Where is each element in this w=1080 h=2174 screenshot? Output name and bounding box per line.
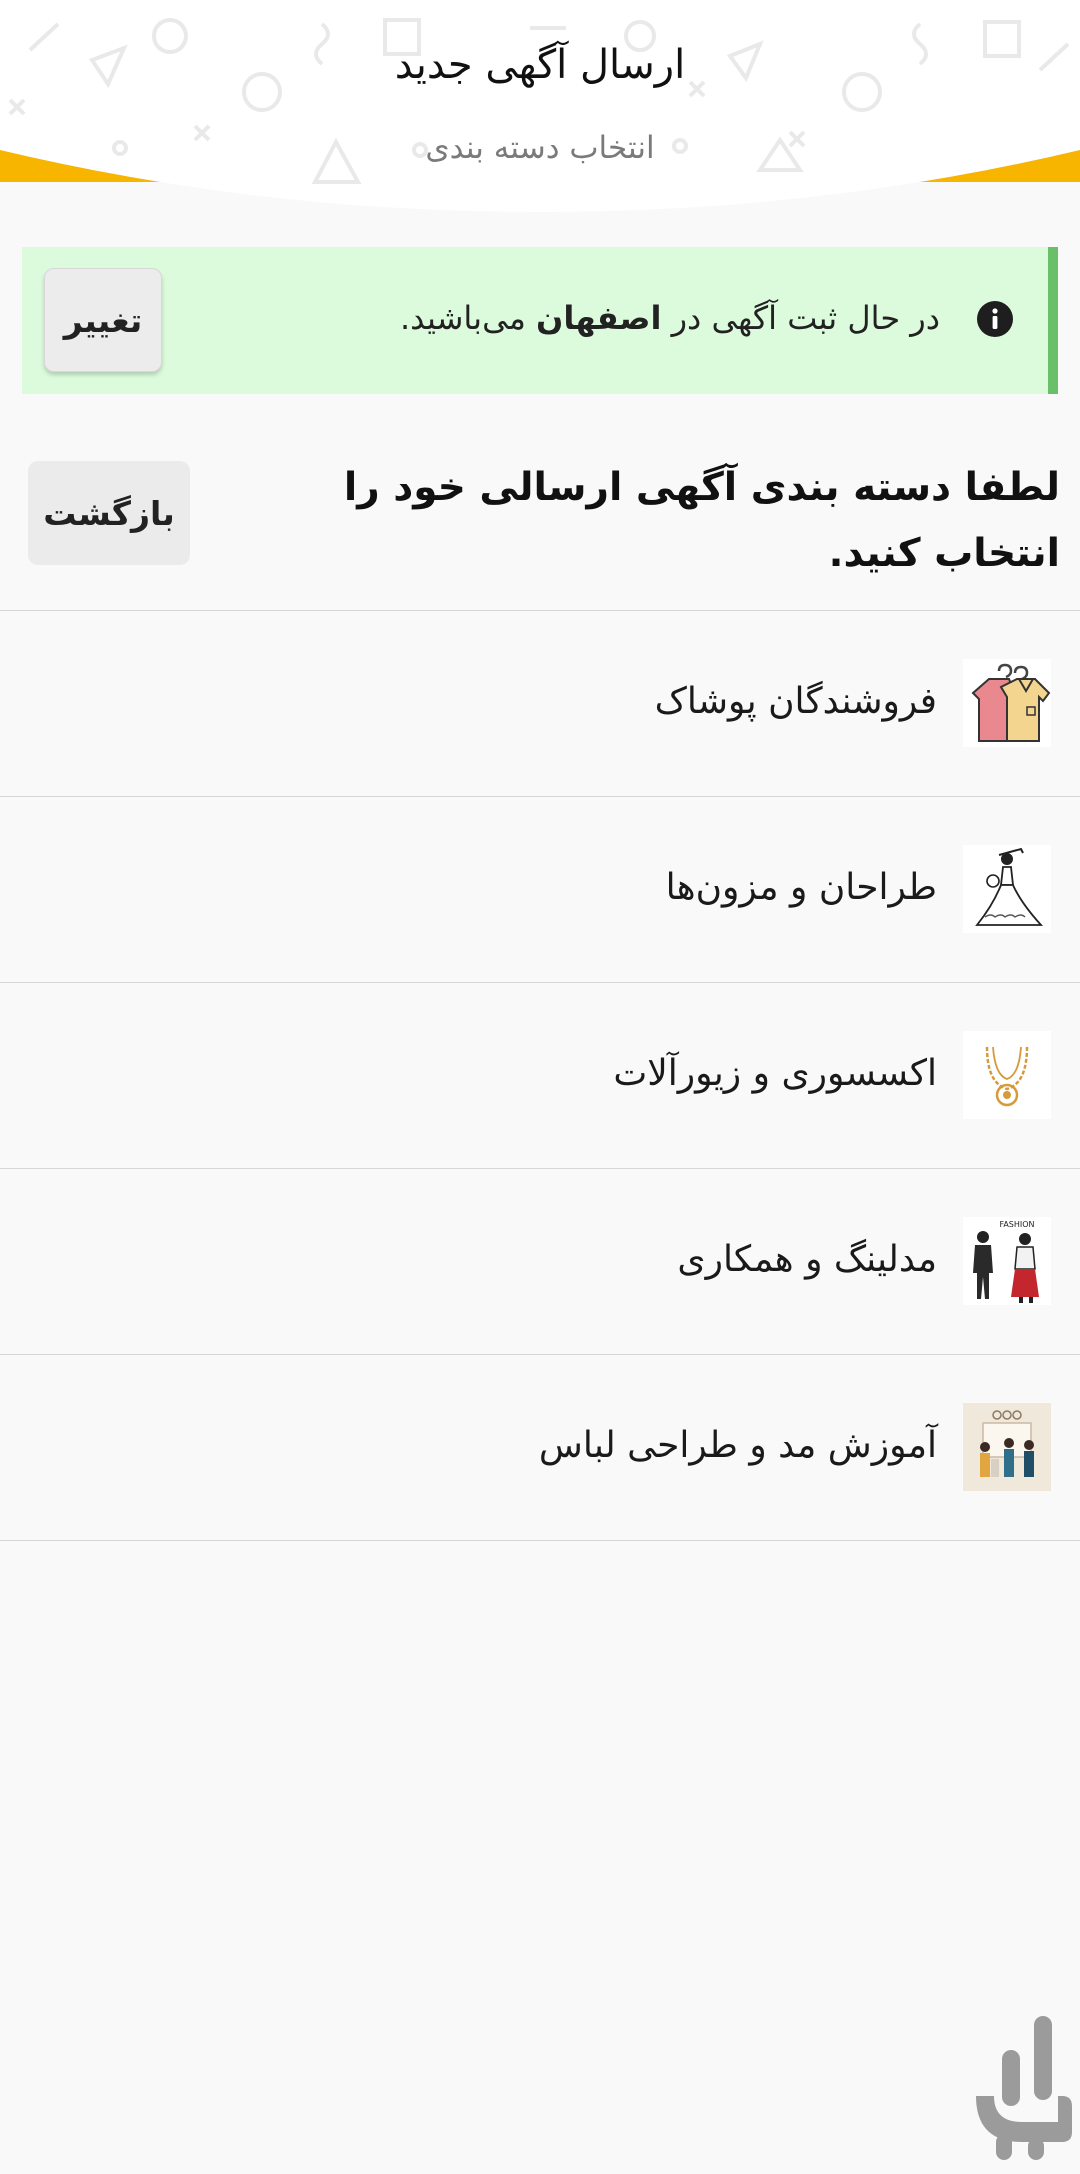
category-label: آموزش مد و طراحی لباس [538, 1425, 937, 1466]
location-message-suffix: می‌باشید. [399, 299, 526, 337]
location-message-prefix: در حال ثبت آگهی در [671, 299, 940, 337]
location-banner: در حال ثبت آگهی در اصفهان می‌باشید. تغیی… [22, 247, 1058, 394]
header-background [0, 0, 1080, 212]
category-item-clothing-sellers[interactable]: فروشندگان پوشاک [0, 611, 1080, 797]
category-item-accessories[interactable]: اکسسوری و زیورآلات [0, 983, 1080, 1169]
clothing-icon [963, 659, 1051, 747]
category-label: فروشندگان پوشاک [654, 681, 937, 722]
fashion-models-icon: FASHION [963, 1217, 1051, 1305]
change-location-button[interactable]: تغییر [44, 268, 162, 372]
fashion-class-icon [963, 1403, 1051, 1491]
category-item-modeling[interactable]: FASHION مدلینگ و همکاری [0, 1169, 1080, 1355]
category-instruction: لطفا دسته بندی آگهی ارسالی خود را انتخاب… [343, 465, 1060, 576]
thumb-text: FASHION [999, 1220, 1034, 1229]
category-label: مدلینگ و همکاری [677, 1239, 937, 1280]
page-title: ارسال آگهی جدید [394, 42, 686, 88]
category-list: فروشندگان پوشاک طراحان و مزون‌ها اکسسوری [0, 610, 1080, 1541]
app-store-logo-icon [976, 2016, 1072, 2160]
wedding-dress-icon [963, 845, 1051, 933]
back-button[interactable]: بازگشت [28, 461, 190, 565]
category-item-fashion-education[interactable]: آموزش مد و طراحی لباس [0, 1355, 1080, 1541]
category-item-designers[interactable]: طراحان و مزون‌ها [0, 797, 1080, 983]
category-label: طراحان و مزون‌ها [665, 867, 937, 908]
category-label: اکسسوری و زیورآلات [613, 1053, 937, 1094]
page-subtitle: انتخاب دسته بندی [425, 130, 655, 166]
info-icon [977, 301, 1013, 337]
necklace-icon [963, 1031, 1051, 1119]
location-city: اصفهان [536, 299, 662, 337]
location-message: در حال ثبت آگهی در اصفهان می‌باشید. [400, 299, 940, 337]
header: ارسال آگهی جدید انتخاب دسته بندی [0, 0, 1080, 215]
